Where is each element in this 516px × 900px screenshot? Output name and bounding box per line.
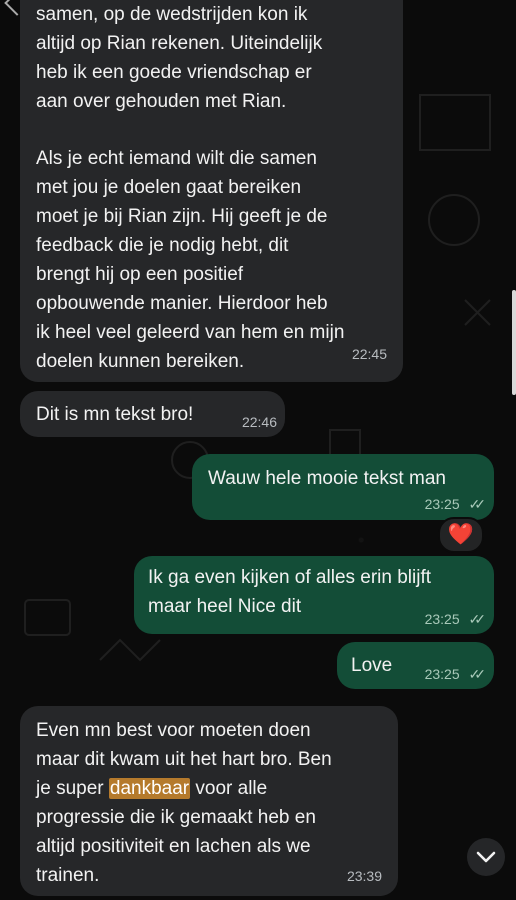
message-time: 23:25 ✓✓ (424, 496, 487, 512)
message-text-line: Ik ga even kijken of alles erin blijft (148, 567, 432, 588)
message-text-fragment: voor alle (190, 778, 268, 799)
double-check-icon: ✓✓ (468, 666, 487, 682)
highlighted-word: dankbaar (108, 778, 191, 799)
message-text-line: aan over gehouden met Rian. (36, 91, 287, 112)
outgoing-message-bubble[interactable]: Love 23:25 ✓✓ (337, 642, 494, 689)
message-text-line: moet je bij Rian zijn. Hij geeft je de (36, 206, 328, 227)
message-text-line: doelen kunnen bereiken. (36, 351, 245, 372)
message-time-text: 23:25 (424, 496, 460, 512)
message-text-line: brengt hij op een positief (36, 264, 244, 285)
message-text-line: trainen. (36, 865, 100, 886)
message-text-fragment: je super (36, 778, 109, 799)
message-text-line: altijd op Rian rekenen. Uiteindelijk (36, 33, 323, 54)
message-text-line: maar dit kwam uit het hart bro. Ben (36, 749, 332, 770)
heart-reaction-icon[interactable]: ❤️ (438, 517, 484, 553)
chat-window[interactable]: samen, op de wedstrijden kon ik altijd o… (0, 0, 516, 900)
message-time-text: 23:25 (424, 666, 460, 682)
message-time: 22:46 (241, 414, 277, 430)
incoming-message-bubble[interactable]: Even mn best voor moeten doen maar dit k… (20, 706, 398, 896)
outgoing-message-bubble[interactable]: Wauw hele mooie tekst man 23:25 ✓✓ (192, 454, 494, 520)
message-text-line: heb ik een goede vriendschap er (36, 62, 312, 83)
message-text-line: altijd positiviteit en lachen als we (36, 836, 311, 857)
message-text: Love (351, 655, 393, 676)
message-text-line: met jou je doelen gaat bereiken (36, 177, 302, 198)
incoming-message-bubble[interactable]: samen, op de wedstrijden kon ik altijd o… (20, 0, 403, 382)
message-paragraph: samen, op de wedstrijden kon ik altijd o… (36, 0, 387, 116)
outgoing-message-bubble[interactable]: Ik ga even kijken of alles erin blijft m… (134, 556, 494, 634)
message-text-line: Als je echt iemand wilt die samen (36, 148, 317, 169)
message-text: Dit is mn tekst bro! (36, 404, 194, 425)
incoming-message-bubble[interactable]: Dit is mn tekst bro! 22:46 (20, 391, 285, 437)
message-time: 22:45 (351, 346, 387, 362)
chevron-down-icon (476, 851, 496, 863)
message-time: 23:25 ✓✓ (424, 666, 487, 682)
scrollbar[interactable] (512, 290, 516, 395)
scroll-to-bottom-button[interactable] (467, 838, 505, 876)
message-time: 23:39 (346, 868, 382, 884)
message-time-text: 23:25 (424, 611, 460, 627)
message-text-line: feedback die je nodig hebt, dit (36, 235, 289, 256)
message-text-line: ik heel veel geleerd van hem en mijn (36, 322, 345, 343)
double-check-icon: ✓✓ (468, 611, 487, 627)
message-text-line: opbouwende manier. Hierdoor heb (36, 293, 328, 314)
message-text-line: progressie die ik gemaakt heb en (36, 807, 316, 828)
message-text-line: samen, op de wedstrijden kon ik (36, 4, 308, 25)
reaction-emoji: ❤️ (447, 523, 475, 546)
message-time: 23:25 ✓✓ (424, 611, 487, 627)
message-paragraph: Als je echt iemand wilt die samen met jo… (36, 144, 387, 376)
message-text-line: maar heel Nice dit (148, 596, 302, 617)
double-check-icon: ✓✓ (468, 496, 487, 512)
message-text-line: Even mn best voor moeten doen (36, 720, 311, 741)
message-text: Wauw hele mooie tekst man (208, 468, 446, 489)
